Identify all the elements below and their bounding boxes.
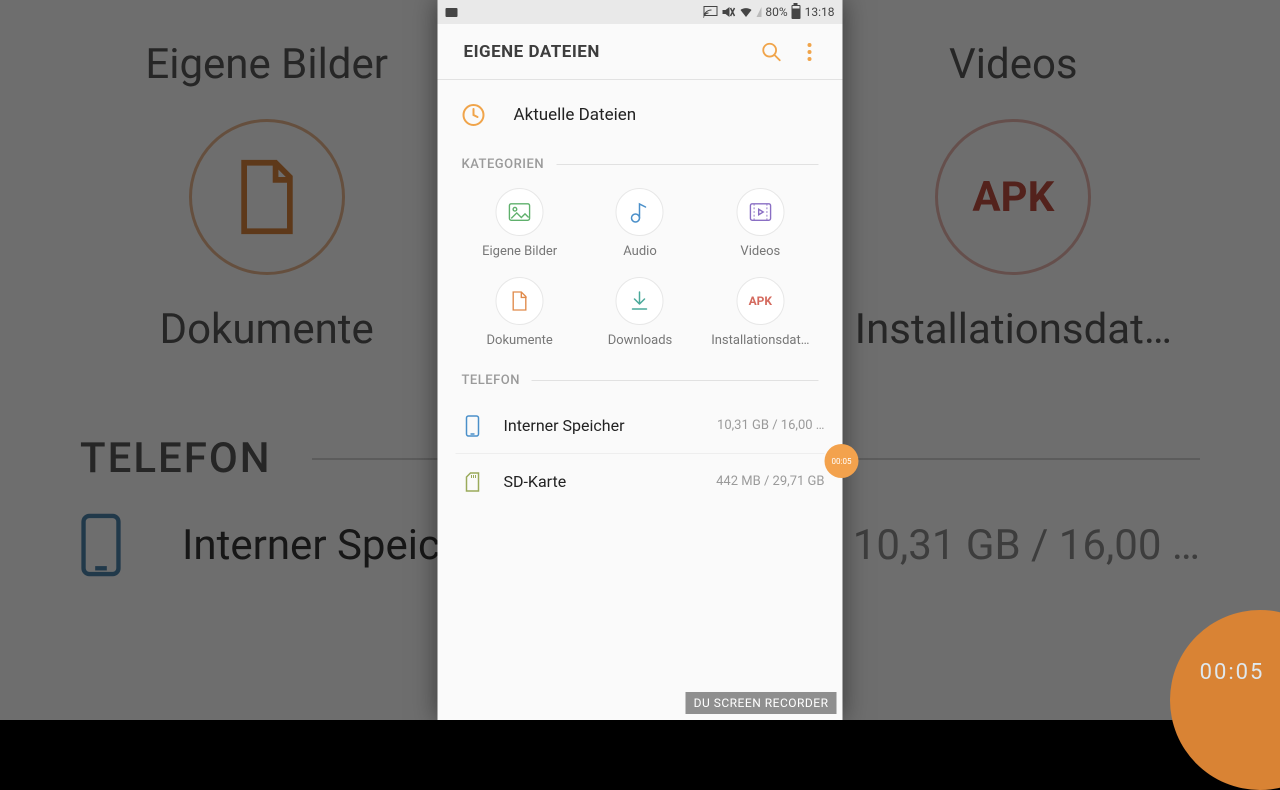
recent-files-row[interactable]: Aktuelle Dateien: [438, 80, 843, 150]
category-videos[interactable]: Videos: [700, 188, 820, 259]
app-title: EIGENE DATEIEN: [464, 42, 753, 62]
category-downloads[interactable]: Downloads: [580, 277, 700, 348]
recorder-timer-bubble[interactable]: 00:05: [825, 444, 859, 478]
storage-name: Interner Speicher: [504, 416, 698, 435]
storage-size: 10,31 GB / 16,00 …: [717, 418, 824, 433]
category-label: Audio: [623, 244, 656, 259]
search-button[interactable]: [753, 33, 791, 71]
recorder-watermark: DU SCREEN RECORDER: [686, 692, 837, 714]
storage-size: 442 MB / 29,71 GB: [716, 474, 824, 489]
category-label: Eigene Bilder: [482, 244, 557, 259]
category-label: Downloads: [608, 333, 673, 348]
music-note-icon: [630, 201, 650, 223]
search-icon: [761, 41, 783, 63]
content-area: Aktuelle Dateien KATEGORIEN Eigene Bilde…: [438, 80, 843, 720]
category-label: Dokumente: [487, 333, 553, 348]
more-options-button[interactable]: [791, 33, 829, 71]
categories-grid: Eigene Bilder Audio Videos Dokumente Dow…: [438, 178, 843, 352]
sdcard-icon: [465, 472, 481, 492]
clock-icon: [462, 103, 486, 127]
phone-screen: 80% 13:18 EIGENE DATEIEN Aktuelle Dateie…: [438, 0, 843, 720]
category-label: Videos: [740, 244, 780, 259]
battery-percent: 80%: [765, 5, 787, 19]
mute-icon: [721, 6, 735, 18]
status-bar: 80% 13:18: [438, 0, 843, 24]
category-audio[interactable]: Audio: [580, 188, 700, 259]
video-icon: [749, 202, 771, 222]
signal-icon: [756, 7, 761, 17]
category-images[interactable]: Eigene Bilder: [460, 188, 580, 259]
storage-name: SD-Karte: [504, 472, 697, 491]
document-icon: [511, 290, 529, 312]
storage-sdcard[interactable]: SD-Karte 442 MB / 29,71 GB: [456, 454, 825, 509]
apk-icon: APK: [749, 294, 772, 308]
storage-internal[interactable]: Interner Speicher 10,31 GB / 16,00 …: [456, 398, 825, 454]
phone-section-header: TELEFON: [438, 366, 843, 394]
cast-icon: [703, 6, 717, 18]
image-icon: [509, 202, 531, 222]
category-apk[interactable]: APK Installationsdat…: [700, 277, 820, 348]
more-vert-icon: [801, 42, 819, 62]
category-documents[interactable]: Dokumente: [460, 277, 580, 348]
category-label: Installationsdat…: [711, 333, 809, 348]
storage-list: Interner Speicher 10,31 GB / 16,00 … SD-…: [438, 394, 843, 509]
battery-icon: [792, 5, 801, 19]
app-bar: EIGENE DATEIEN: [438, 24, 843, 80]
recent-files-label: Aktuelle Dateien: [514, 105, 637, 125]
categories-header: KATEGORIEN: [438, 150, 843, 178]
clock: 13:18: [805, 5, 835, 19]
download-icon: [630, 290, 650, 312]
wifi-icon: [739, 6, 752, 18]
phone-icon: [466, 415, 480, 437]
recording-icon: [446, 8, 458, 17]
